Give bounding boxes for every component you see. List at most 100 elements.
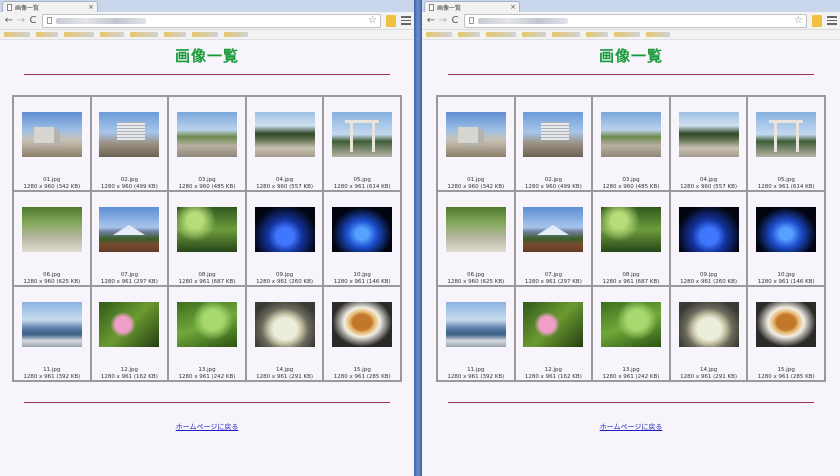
- gallery-cell: 12.jpg 1280 x 961 (162 KB): [91, 287, 168, 380]
- image-info: 1280 x 961 (146 KB): [757, 278, 815, 285]
- gallery-cell: 07.jpg 1280 x 961 (297 KB): [515, 192, 592, 285]
- thumbnail-image[interactable]: [678, 207, 739, 252]
- browser-window-left: 画像一覧 × ← → C ☆ 画像一覧 01.jpg 1280 x 960 (3…: [0, 0, 414, 476]
- thumbnail-image[interactable]: [176, 302, 237, 347]
- back-arrow-icon[interactable]: ←: [425, 14, 437, 28]
- bookmark-item[interactable]: [130, 32, 158, 37]
- gallery-cell: 11.jpg 1280 x 961 (392 KB): [438, 287, 514, 380]
- close-tab-icon[interactable]: ×: [510, 3, 516, 11]
- thumbnail-image[interactable]: [332, 207, 393, 252]
- gallery-cell: 06.jpg 1280 x 960 (625 KB): [438, 192, 514, 285]
- image-info: 1280 x 961 (291 KB): [256, 373, 314, 380]
- image-caption: 10.jpg 1280 x 961 (146 KB): [334, 272, 391, 285]
- gallery-cell: 07.jpg 1280 x 961 (297 KB): [91, 192, 168, 285]
- browser-tab[interactable]: 画像一覧 ×: [424, 1, 520, 12]
- gallery-cell: 08.jpg 1280 x 961 (687 KB): [169, 192, 245, 285]
- bookmark-item[interactable]: [36, 32, 58, 37]
- thumbnail-image[interactable]: [99, 207, 160, 252]
- image-info: 1280 x 961 (614 KB): [757, 183, 815, 190]
- image-info: 1280 x 960 (342 KB): [447, 183, 505, 190]
- thumbnail-image[interactable]: [99, 302, 160, 347]
- forward-arrow-icon[interactable]: →: [437, 14, 449, 28]
- reload-icon[interactable]: C: [27, 14, 39, 28]
- bookmark-item[interactable]: [552, 32, 580, 37]
- bookmark-item[interactable]: [646, 32, 670, 37]
- extension-icon[interactable]: [386, 14, 396, 27]
- divider: [24, 402, 390, 403]
- thumbnail-image[interactable]: [678, 112, 739, 157]
- star-icon[interactable]: ☆: [794, 15, 803, 26]
- thumbnail-image[interactable]: [600, 207, 661, 252]
- bookmark-item[interactable]: [522, 32, 546, 37]
- thumbnail-image[interactable]: [254, 112, 315, 157]
- forward-arrow-icon[interactable]: →: [15, 14, 27, 28]
- thumbnail-image[interactable]: [176, 207, 237, 252]
- thumbnail-image[interactable]: [21, 112, 82, 157]
- address-bar[interactable]: ☆: [42, 13, 381, 28]
- thumbnail-image[interactable]: [176, 112, 237, 157]
- gallery-cell: 14.jpg 1280 x 961 (291 KB): [246, 287, 323, 380]
- gallery-cell: 03.jpg 1280 x 960 (485 KB): [593, 97, 669, 190]
- thumbnail-image[interactable]: [332, 302, 393, 347]
- close-tab-icon[interactable]: ×: [88, 3, 94, 11]
- address-bar[interactable]: ☆: [464, 13, 807, 28]
- thumbnail-image[interactable]: [445, 302, 506, 347]
- tab-title: 画像一覧: [15, 4, 40, 12]
- gallery-cell: 10.jpg 1280 x 961 (146 KB): [324, 192, 400, 285]
- thumbnail-image[interactable]: [523, 207, 584, 252]
- bookmark-item[interactable]: [224, 32, 248, 37]
- back-arrow-icon[interactable]: ←: [3, 14, 15, 28]
- menu-icon[interactable]: [401, 15, 411, 27]
- thumbnail-image[interactable]: [445, 112, 506, 157]
- thumbnail-image[interactable]: [99, 112, 160, 157]
- home-link[interactable]: ホームページに戻る: [422, 422, 840, 432]
- browser-tab[interactable]: 画像一覧 ×: [2, 1, 98, 12]
- bookmark-item[interactable]: [586, 32, 608, 37]
- thumbnail-image[interactable]: [445, 207, 506, 252]
- thumbnail-image[interactable]: [21, 302, 82, 347]
- divider: [448, 402, 814, 403]
- bookmark-item[interactable]: [4, 32, 30, 37]
- image-caption: 02.jpg 1280 x 960 (499 KB): [101, 177, 158, 190]
- bookmark-item[interactable]: [164, 32, 186, 37]
- thumbnail-image[interactable]: [523, 302, 584, 347]
- bookmark-item[interactable]: [64, 32, 94, 37]
- image-info: 1280 x 961 (285 KB): [757, 373, 815, 380]
- thumbnail-image[interactable]: [756, 302, 817, 347]
- image-caption: 05.jpg 1280 x 961 (614 KB): [758, 177, 815, 190]
- thumbnail-image[interactable]: [254, 207, 315, 252]
- tab-title: 画像一覧: [437, 4, 462, 12]
- bookmark-item[interactable]: [458, 32, 480, 37]
- thumbnail-image[interactable]: [600, 302, 661, 347]
- image-caption: 11.jpg 1280 x 961 (392 KB): [447, 367, 504, 380]
- thumbnail-image[interactable]: [21, 207, 82, 252]
- image-gallery: 01.jpg 1280 x 960 (342 KB) 02.jpg 1280 x 96…: [12, 95, 402, 382]
- image-info: 1280 x 960 (342 KB): [23, 183, 81, 190]
- home-link[interactable]: ホームページに戻る: [0, 422, 414, 432]
- bookmarks-bar: [0, 30, 414, 40]
- extension-icon[interactable]: [812, 14, 822, 27]
- thumbnail-image[interactable]: [678, 302, 739, 347]
- gallery-cell: 04.jpg 1280 x 960 (557 KB): [670, 97, 747, 190]
- image-caption: 04.jpg 1280 x 960 (557 KB): [256, 177, 313, 190]
- thumbnail-image[interactable]: [332, 112, 393, 157]
- bookmark-item[interactable]: [192, 32, 218, 37]
- thumbnail-image[interactable]: [600, 112, 661, 157]
- browser-toolbar: ← → C ☆: [0, 12, 414, 30]
- bookmark-item[interactable]: [614, 32, 640, 37]
- star-icon[interactable]: ☆: [368, 15, 377, 26]
- bookmark-item[interactable]: [486, 32, 516, 37]
- image-caption: 10.jpg 1280 x 961 (146 KB): [758, 272, 815, 285]
- thumbnail-image[interactable]: [523, 112, 584, 157]
- image-caption: 11.jpg 1280 x 961 (392 KB): [23, 367, 80, 380]
- image-info: 1280 x 960 (557 KB): [256, 183, 314, 190]
- thumbnail-image[interactable]: [756, 207, 817, 252]
- gallery-cell: 09.jpg 1280 x 961 (260 KB): [246, 192, 323, 285]
- thumbnail-image[interactable]: [756, 112, 817, 157]
- menu-icon[interactable]: [827, 15, 837, 27]
- bookmark-item[interactable]: [426, 32, 452, 37]
- bookmark-item[interactable]: [100, 32, 124, 37]
- gallery-cell: 15.jpg 1280 x 961 (285 KB): [324, 287, 400, 380]
- reload-icon[interactable]: C: [449, 14, 461, 28]
- thumbnail-image[interactable]: [254, 302, 315, 347]
